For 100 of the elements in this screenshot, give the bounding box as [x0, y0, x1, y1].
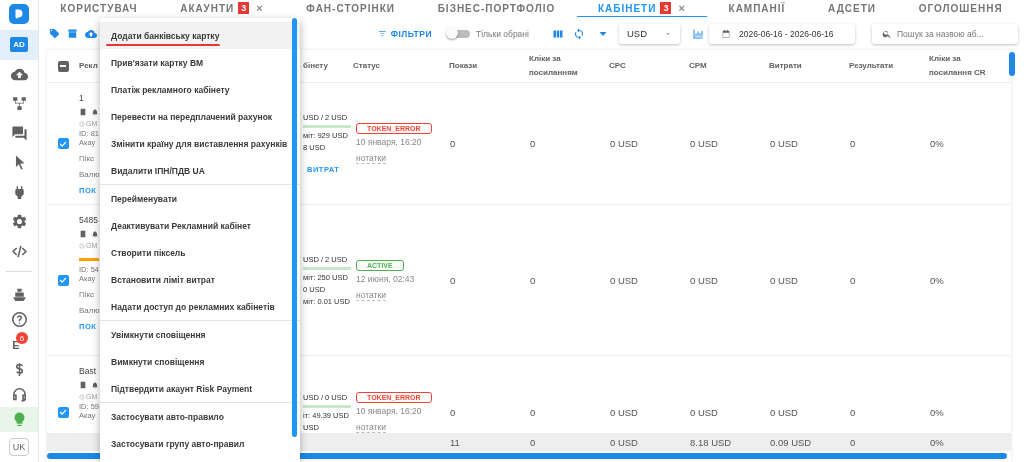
help-icon	[10, 311, 28, 328]
menu-scrollbar[interactable]	[292, 18, 297, 437]
currency-text: Валю	[79, 306, 100, 315]
total-cell-text: 11	[449, 436, 461, 448]
column-header[interactable]: CPC	[609, 59, 689, 73]
account-name: 1	[79, 93, 84, 103]
menu-item[interactable]: Підтвердити акаунт Risk Payment	[100, 375, 300, 402]
tab[interactable]: АДСЕТИ	[806, 0, 898, 17]
archive-icon[interactable]	[67, 28, 78, 39]
bell-icon[interactable]	[91, 381, 99, 389]
select-all-checkbox[interactable]	[57, 60, 69, 72]
table-cell-text: 0%	[929, 406, 945, 418]
toggle-switch[interactable]	[448, 29, 470, 38]
menu-item[interactable]: Застосувати групу авто-правил	[100, 430, 300, 457]
tab-label: КОРИСТУВАЧ	[60, 2, 138, 14]
row-checkbox[interactable]	[57, 406, 69, 418]
column-header[interactable]: Кліки за посилання CR	[929, 52, 1009, 80]
menu-item[interactable]: Вимкнути сповіщення	[100, 348, 300, 375]
menu-item[interactable]: Встановити ліміт витрат	[100, 266, 300, 293]
menu-item[interactable]: Увімкнути сповіщення	[100, 321, 300, 348]
column-header[interactable]: Покази	[449, 59, 529, 73]
column-header[interactable]: Результати	[849, 59, 929, 73]
date-range-field[interactable]: 2026-06-16 - 2026-06-16	[709, 23, 855, 44]
tab[interactable]: КАМПАНІЇ	[707, 0, 807, 17]
menu-item[interactable]: Деактивувати Рекламний кабінет	[100, 212, 300, 239]
table-cell-text: 0	[449, 138, 457, 149]
table-cell-text: 0 USD	[769, 406, 799, 418]
bell-icon[interactable]	[91, 230, 99, 238]
budget-bar	[303, 125, 351, 128]
table-cell-text: 0 USD	[689, 274, 719, 286]
total-cell-text: 0	[849, 436, 857, 448]
tab-label: ФАН-СТОРІНКИ	[306, 2, 395, 14]
tab[interactable]: ФАН-СТОРІНКИ	[285, 0, 417, 17]
tab-label: АКАУНТИ	[180, 2, 235, 14]
filters-button[interactable]: ФІЛЬТРИ	[378, 28, 432, 39]
notes-link[interactable]: нотатки	[356, 289, 386, 301]
tab-label: ОГОЛОШЕННЯ	[918, 2, 1003, 14]
table-cell-text: 0%	[929, 274, 945, 286]
book-icon[interactable]	[79, 230, 87, 238]
menu-item[interactable]: Перейменувати	[100, 185, 300, 212]
notes-link[interactable]: нотатки	[356, 421, 386, 433]
table-cell-text: 0	[529, 406, 537, 418]
cloud-upload-icon[interactable]	[85, 27, 97, 40]
table-cell-text: 0 USD	[769, 138, 799, 149]
menu-item[interactable]: Додати банківську картку	[100, 22, 300, 49]
clock-icon	[79, 242, 85, 249]
vertical-scrollbar[interactable]	[1009, 52, 1015, 76]
column-header[interactable]: Витрати	[769, 59, 849, 73]
search-field[interactable]: Пошук за назвою аб...	[872, 23, 1018, 44]
ad-label: AD	[10, 37, 28, 53]
table-cell-text: 0	[529, 274, 537, 286]
menu-item[interactable]: Перевести на передплачений рахунок	[100, 103, 300, 130]
menu-item[interactable]: Прив'язати картку BM	[100, 49, 300, 76]
menu-item[interactable]: Платіж рекламного кабінету	[100, 76, 300, 103]
tab[interactable]: БІЗНЕС-ПОРТФОЛІО	[416, 0, 577, 17]
row-checkbox[interactable]	[57, 138, 69, 149]
toggle-label: Тільки обрані	[476, 28, 528, 39]
close-button[interactable]: ×	[678, 2, 686, 14]
account-name: Bast	[79, 366, 96, 376]
notes-link[interactable]: нотатки	[356, 153, 386, 164]
total-cell-text: 0%	[929, 436, 945, 448]
book-icon[interactable]	[79, 108, 87, 116]
close-button[interactable]: ×	[256, 2, 264, 14]
tab[interactable]: ОГОЛОШЕННЯ	[897, 0, 1024, 17]
bell-icon[interactable]	[91, 108, 99, 116]
language-button[interactable]: UK	[8, 438, 30, 456]
column-header[interactable]: бінету	[303, 59, 353, 73]
total-cell-text: 0	[529, 436, 537, 448]
status-date: 10 января, 16:20	[356, 137, 422, 147]
column-header[interactable]: CPM	[689, 59, 769, 73]
menu-item[interactable]: Змінити країну для виставлення рахунків	[100, 130, 300, 157]
table-cell-text: 0 USD	[609, 274, 639, 286]
app-logo[interactable]	[9, 4, 29, 24]
budget-bar	[303, 266, 351, 270]
currency-select[interactable]: USD	[619, 23, 680, 44]
table-cell-text: 0	[449, 406, 457, 418]
column-header[interactable]: Статус	[353, 59, 449, 73]
pixel-text: Пікс	[79, 290, 95, 299]
book-icon[interactable]	[79, 381, 87, 389]
tab-label: КАМПАНІЇ	[728, 2, 786, 14]
ship-icon	[10, 286, 28, 303]
tag-icon[interactable]	[49, 28, 60, 39]
tab[interactable]: КАБІНЕТИ 3 ×	[576, 0, 708, 17]
total-cell-text: 0 USD	[609, 436, 639, 448]
tab-label: АДСЕТИ	[828, 2, 876, 14]
table-cell-text: 0 USD	[609, 138, 639, 149]
menu-item[interactable]: Надати доступ до рекламних кабінетів	[100, 293, 300, 320]
menu-item[interactable]: Застосувати авто-правило	[100, 403, 300, 430]
total-cell-text: 0.09 USD	[769, 436, 813, 448]
clock-icon	[79, 393, 85, 400]
row-checkbox[interactable]	[57, 274, 69, 286]
menu-item[interactable]: Створити піксель	[100, 239, 300, 266]
tab[interactable]: АКАУНТИ 3 ×	[158, 0, 285, 17]
hierarchy-icon	[10, 95, 28, 113]
refresh-icon[interactable]	[573, 27, 585, 40]
menu-item[interactable]: Видалити ІПН/ПДВ UA	[100, 157, 300, 184]
sidebar-item[interactable]: AD	[0, 30, 38, 60]
tab[interactable]: КОРИСТУВАЧ	[39, 0, 159, 17]
count-badge: 3	[238, 2, 250, 14]
column-header[interactable]: Кліки за посиланням	[529, 52, 609, 80]
